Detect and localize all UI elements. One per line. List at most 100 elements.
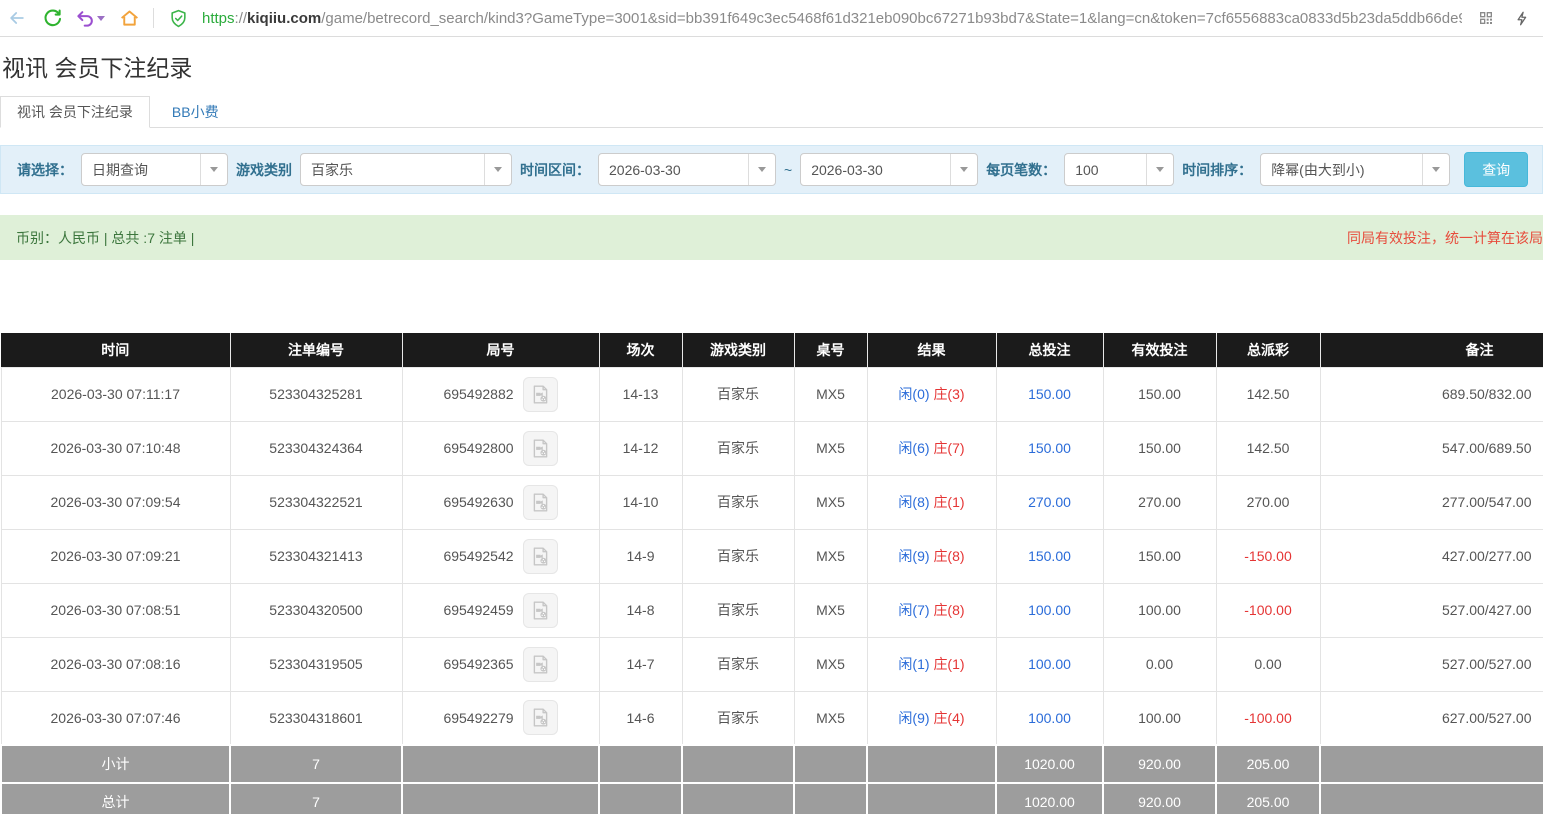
footer-cell: 920.00	[1103, 783, 1216, 814]
undo-icon[interactable]	[76, 9, 105, 28]
video-replay-button[interactable]	[523, 593, 558, 628]
cell-round: 695492279	[402, 691, 599, 745]
round-id: 695492365	[443, 656, 513, 672]
chevron-down-icon	[1422, 154, 1449, 185]
footer-cell: 1020.00	[996, 783, 1103, 814]
search-button[interactable]: 查询	[1464, 152, 1528, 187]
cell-note: 527.00/427.00	[1320, 583, 1543, 637]
cell-total-bet[interactable]: 270.00	[996, 475, 1103, 529]
table-row: 2026-03-30 07:08:51 523304320500 6954924…	[1, 583, 1543, 637]
cell-bet-id: 523304325281	[230, 367, 402, 421]
page-title: 视讯 会员下注纪录	[2, 53, 1543, 83]
cell-payout: -150.00	[1216, 529, 1320, 583]
footer-cell	[794, 745, 867, 783]
footer-cell: 7	[230, 783, 402, 814]
video-replay-button[interactable]	[523, 647, 558, 682]
cell-time: 2026-03-30 07:10:48	[1, 421, 230, 475]
column-header: 局号	[402, 333, 599, 367]
round-id: 695492542	[443, 548, 513, 564]
result-player: 闲(6)	[898, 440, 929, 456]
cell-total-bet[interactable]: 100.00	[996, 637, 1103, 691]
query-mode-label: 请选择：	[17, 160, 73, 180]
column-header: 时间	[1, 333, 230, 367]
url-host: kiqiiu.com	[247, 10, 321, 27]
result-banker: 庄(7)	[933, 440, 964, 456]
video-replay-button[interactable]	[523, 431, 558, 466]
home-icon[interactable]	[118, 7, 140, 29]
cell-bet-id: 523304318601	[230, 691, 402, 745]
cell-table-no: MX5	[794, 583, 867, 637]
tab-bb-tips[interactable]: BB小费	[150, 97, 241, 127]
cell-bet-id: 523304320500	[230, 583, 402, 637]
cell-bet-id: 523304321413	[230, 529, 402, 583]
column-header: 总派彩	[1216, 333, 1320, 367]
chevron-down-icon	[1146, 154, 1173, 185]
result-player: 闲(1)	[898, 656, 929, 672]
undo-dropdown-caret[interactable]	[97, 16, 105, 21]
column-header: 结果	[867, 333, 996, 367]
footer-cell	[1320, 783, 1543, 814]
column-header: 场次	[599, 333, 682, 367]
bet-records-table: 时间注单编号局号场次游戏类别桌号结果总投注有效投注总派彩备注 2026-03-3…	[0, 333, 1543, 814]
currency-total-text: 币别：人民币 | 总共 :7 注单 |	[16, 228, 194, 248]
cell-note: 527.00/527.00	[1320, 637, 1543, 691]
result-player: 闲(7)	[898, 602, 929, 618]
cell-session: 14-10	[599, 475, 682, 529]
cell-note: 427.00/277.00	[1320, 529, 1543, 583]
column-header: 桌号	[794, 333, 867, 367]
table-row: 2026-03-30 07:11:17 523304325281 6954928…	[1, 367, 1543, 421]
cell-table-no: MX5	[794, 367, 867, 421]
cell-total-bet[interactable]: 100.00	[996, 583, 1103, 637]
video-replay-button[interactable]	[523, 539, 558, 574]
tab-bet-records[interactable]: 视讯 会员下注纪录	[0, 96, 150, 128]
per-page-select[interactable]: 100	[1064, 153, 1174, 186]
date-to-select[interactable]: 2026-03-30	[800, 153, 978, 186]
secure-shield-icon[interactable]	[167, 7, 189, 29]
footer-cell: 小计	[1, 745, 230, 783]
chevron-down-icon	[950, 154, 977, 185]
cell-total-bet[interactable]: 150.00	[996, 367, 1103, 421]
query-mode-select[interactable]: 日期查询	[81, 153, 228, 186]
footer-cell	[682, 783, 794, 814]
round-id: 695492630	[443, 494, 513, 510]
sort-label: 时间排序：	[1182, 160, 1252, 180]
cell-game-type: 百家乐	[682, 475, 794, 529]
table-row: 2026-03-30 07:09:54 523304322521 6954926…	[1, 475, 1543, 529]
chevron-down-icon	[484, 154, 511, 185]
game-type-select[interactable]: 百家乐	[300, 153, 512, 186]
result-banker: 庄(8)	[933, 602, 964, 618]
cell-time: 2026-03-30 07:09:21	[1, 529, 230, 583]
cell-bet-id: 523304319505	[230, 637, 402, 691]
address-bar[interactable]: https://kiqiiu.com/game/betrecord_search…	[202, 10, 1462, 27]
column-header: 有效投注	[1103, 333, 1216, 367]
cell-payout: -100.00	[1216, 691, 1320, 745]
video-replay-button[interactable]	[523, 700, 558, 735]
lightning-icon[interactable]	[1511, 7, 1533, 29]
cell-total-bet[interactable]: 100.00	[996, 691, 1103, 745]
cell-session: 14-7	[599, 637, 682, 691]
cell-total-bet[interactable]: 150.00	[996, 529, 1103, 583]
result-player: 闲(9)	[898, 710, 929, 726]
cell-total-bet[interactable]: 150.00	[996, 421, 1103, 475]
result-banker: 庄(3)	[933, 386, 964, 402]
footer-cell	[402, 745, 599, 783]
cell-session: 14-8	[599, 583, 682, 637]
date-range-tilde: ~	[784, 162, 792, 178]
cell-session: 14-9	[599, 529, 682, 583]
browser-window: https://kiqiiu.com/game/betrecord_search…	[0, 0, 1543, 814]
cell-valid-bet: 100.00	[1103, 583, 1216, 637]
video-replay-button[interactable]	[523, 377, 558, 412]
back-icon[interactable]	[6, 7, 28, 29]
filter-bar: 请选择： 日期查询 游戏类别 百家乐 时间区间： 2026-03-30 ~ 20…	[0, 145, 1543, 194]
video-replay-button[interactable]	[523, 485, 558, 520]
date-from-select[interactable]: 2026-03-30	[598, 153, 776, 186]
cell-table-no: MX5	[794, 691, 867, 745]
qr-code-icon[interactable]	[1475, 7, 1497, 29]
footer-cell	[599, 745, 682, 783]
sort-select[interactable]: 降幂(由大到小)	[1260, 153, 1450, 186]
refresh-icon[interactable]	[41, 7, 63, 29]
cell-bet-id: 523304324364	[230, 421, 402, 475]
footer-cell	[599, 783, 682, 814]
cell-game-type: 百家乐	[682, 691, 794, 745]
toolbar-divider	[153, 8, 154, 28]
